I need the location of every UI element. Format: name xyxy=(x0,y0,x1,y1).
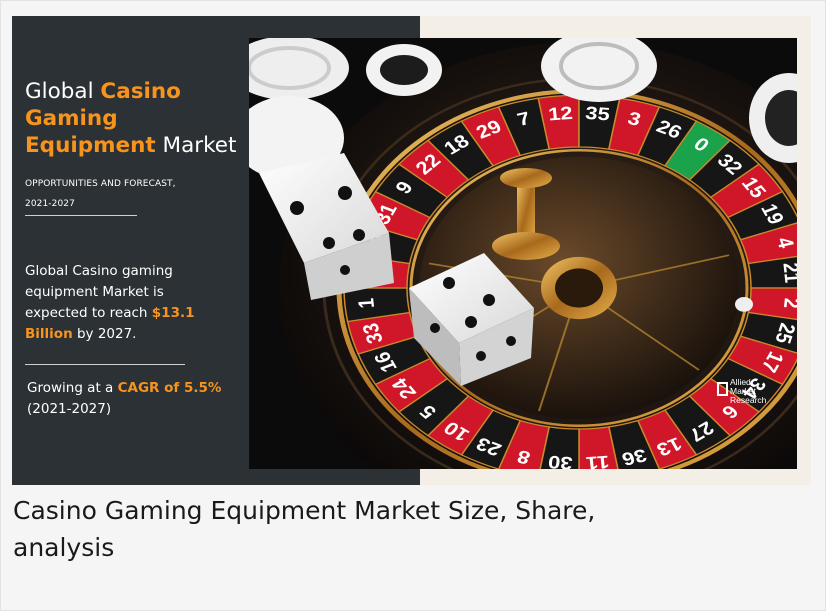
roulette-number: 35 xyxy=(584,104,610,125)
divider-short xyxy=(25,215,137,216)
banner-subtitle: OPPORTUNITIES AND FORECAST, 2021-2027 xyxy=(25,174,255,214)
logo-text: Allied Market Research xyxy=(730,378,766,405)
roulette-wheel-illustration: 12 35 3 26032151942122517346271336113082310… xyxy=(249,38,797,469)
growth-statement: Growing at a CAGR of 5.5% (2021-2027) xyxy=(27,378,247,420)
subtitle-line1: OPPORTUNITIES AND FORECAST, xyxy=(25,179,176,189)
growth-prefix: Growing at a xyxy=(27,380,118,396)
caption-line1: Casino Gaming Equipment Market Size, Sha… xyxy=(13,496,596,525)
growth-value: CAGR of 5.5% xyxy=(117,380,222,396)
roulette-number: 2 xyxy=(778,297,797,309)
allied-market-research-logo: Allied Market Research xyxy=(717,378,787,418)
divider-long xyxy=(25,364,185,365)
caption-line2: analysis xyxy=(13,533,115,562)
market-banner-image[interactable]: Global Casino Gaming Equipment Market OP… xyxy=(12,16,811,485)
stat-suffix: by 2027. xyxy=(72,326,137,342)
roulette-number: 1 xyxy=(355,297,380,309)
result-title-link[interactable]: Casino Gaming Equipment Market Size, Sha… xyxy=(13,492,773,566)
roulette-ball xyxy=(735,297,753,312)
growth-period: (2021-2027) xyxy=(27,401,112,417)
logo-mark xyxy=(717,382,728,396)
subtitle-line2: 2021-2027 xyxy=(25,199,75,209)
roulette-number: 11 xyxy=(585,451,610,469)
roulette-number: 21 xyxy=(778,262,797,284)
result-card[interactable]: Global Casino Gaming Equipment Market OP… xyxy=(0,0,826,611)
roulette-number: 12 xyxy=(547,104,573,125)
roulette-number: 30 xyxy=(547,451,573,469)
title-prefix: Global xyxy=(25,79,101,104)
banner-title: Global Casino Gaming Equipment Market xyxy=(25,78,255,159)
market-size-statement: Global Casino gaming equipment Market is… xyxy=(25,261,225,345)
stat-text: Global Casino gaming equipment Market is… xyxy=(25,263,173,321)
title-suffix: Market xyxy=(155,133,237,158)
roulette-photo: 12 35 3 26 0 32 15 19 4 21 2 25 17 34 6 27 13 36 11 30 8 23 10… xyxy=(249,38,797,469)
logo-line3: Research xyxy=(730,395,767,405)
